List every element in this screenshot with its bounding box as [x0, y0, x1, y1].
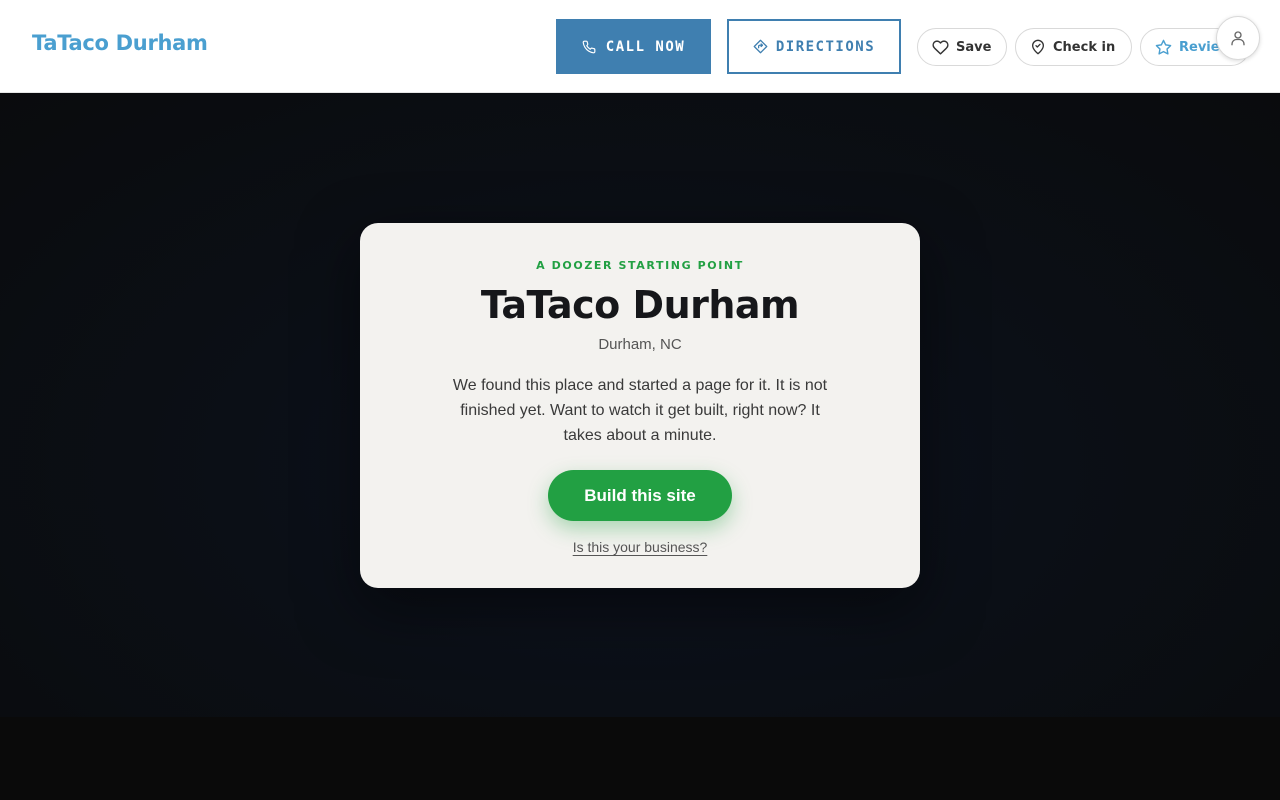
user-icon: [1229, 29, 1247, 47]
star-icon: [1155, 39, 1172, 56]
call-now-button[interactable]: CALL NOW: [556, 19, 711, 74]
card-eyebrow: A DOOZER STARTING POINT: [536, 259, 744, 272]
check-in-label: Check in: [1053, 39, 1116, 55]
directions-icon: [753, 39, 768, 54]
claim-business-row: Is this your business?: [360, 539, 920, 555]
account-button[interactable]: [1216, 16, 1260, 60]
map-pin-icon: [1030, 39, 1046, 55]
card-description: We found this place and started a page f…: [452, 377, 828, 444]
card-title: TaTaco Durham: [480, 283, 800, 327]
footer-band: [0, 717, 1280, 800]
check-in-button[interactable]: Check in: [1015, 28, 1132, 66]
directions-button[interactable]: DIRECTIONS: [727, 19, 901, 74]
claim-business-link[interactable]: Is this your business?: [573, 539, 708, 555]
site-header: TaTaco Durham CALL NOW DIRECTIONS Save C…: [0, 0, 1280, 93]
heart-icon: [932, 39, 949, 56]
phone-icon: [582, 40, 596, 54]
save-button[interactable]: Save: [917, 28, 1007, 66]
call-now-label: CALL NOW: [605, 38, 686, 55]
build-site-button[interactable]: Build this site: [548, 470, 732, 521]
brand-logo[interactable]: TaTaco Durham: [32, 31, 208, 55]
starter-card: A DOOZER STARTING POINT TaTaco Durham Du…: [360, 223, 920, 588]
save-label: Save: [956, 39, 992, 55]
directions-label: DIRECTIONS: [775, 38, 876, 55]
card-location: Durham, NC: [598, 336, 682, 353]
